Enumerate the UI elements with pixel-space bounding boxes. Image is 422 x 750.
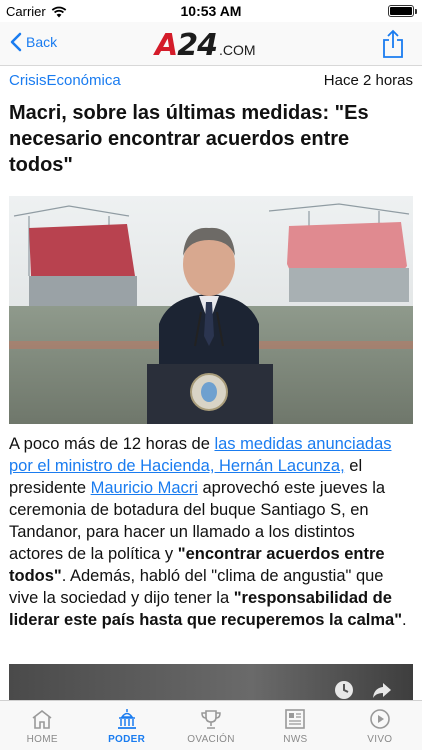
status-bar: Carrier 10:53 AM <box>0 0 422 22</box>
macri-link[interactable]: Mauricio Macri <box>91 479 198 497</box>
photo-illustration <box>9 196 413 424</box>
navigation-bar: Back A24 .COM <box>0 22 422 66</box>
article-photo[interactable] <box>9 196 413 424</box>
a24-logo: A24 .COM <box>155 28 256 63</box>
tab-label: OVACIÓN <box>187 734 235 745</box>
article-meta: CrisisEconómica Hace 2 horas <box>9 72 413 89</box>
tab-label: HOME <box>26 734 58 745</box>
clock-icon[interactable] <box>333 679 355 700</box>
category-link[interactable]: CrisisEconómica <box>9 72 121 89</box>
capitol-icon <box>117 709 136 729</box>
share-icon <box>383 29 403 58</box>
share-button[interactable] <box>382 29 404 64</box>
status-time: 10:53 AM <box>180 3 242 19</box>
tab-bar: HOME PODER OVACIÓN NWS VIVO <box>0 700 422 750</box>
play-icon <box>370 709 390 729</box>
logo-suffix: .COM <box>218 42 256 58</box>
article-time: Hace 2 horas <box>323 72 413 89</box>
battery-icon <box>388 5 417 17</box>
video-controls <box>333 679 393 700</box>
body-text: A poco más de 12 horas de <box>9 435 215 453</box>
video-thumbnail[interactable] <box>9 664 413 700</box>
newspaper-icon <box>285 709 306 729</box>
tab-nws[interactable]: NWS <box>253 701 337 750</box>
tab-poder[interactable]: PODER <box>84 701 168 750</box>
logo-text: A24 <box>155 28 218 63</box>
trophy-icon <box>201 710 221 729</box>
article-body: A poco más de 12 horas de las medidas an… <box>9 433 413 631</box>
tab-label: VIVO <box>367 734 393 745</box>
body-text: . <box>402 611 407 629</box>
back-button[interactable]: Back <box>10 32 57 52</box>
tab-label: NWS <box>283 734 308 745</box>
tab-vivo[interactable]: VIVO <box>338 701 422 750</box>
tab-label: PODER <box>108 734 146 745</box>
article-headline: Macri, sobre las últimas medidas: "Es ne… <box>9 102 369 176</box>
back-label: Back <box>26 34 58 50</box>
home-icon <box>32 709 52 729</box>
forward-share-icon[interactable] <box>371 679 393 700</box>
chevron-left-icon <box>10 32 22 52</box>
tab-ovacion[interactable]: OVACIÓN <box>169 701 253 750</box>
tab-home[interactable]: HOME <box>0 701 84 750</box>
